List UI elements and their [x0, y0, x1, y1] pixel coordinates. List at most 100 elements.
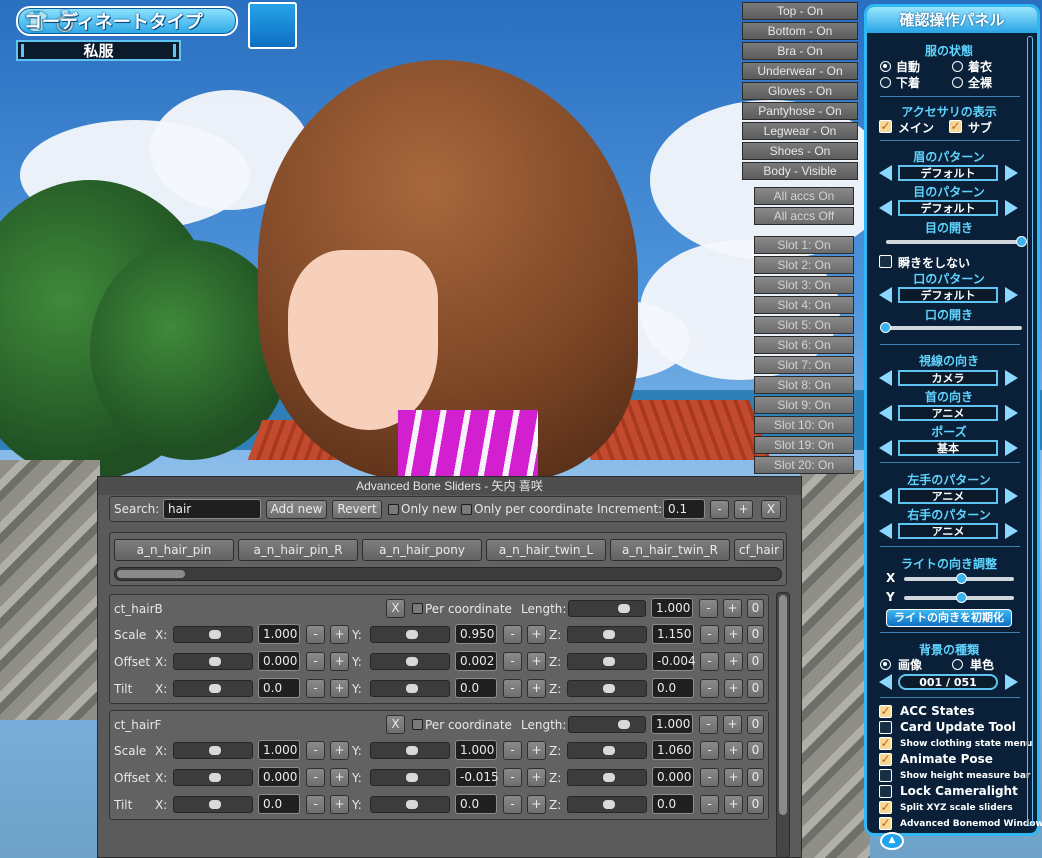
value-zero-button[interactable]: 0 [747, 679, 764, 698]
slider-thumb[interactable] [209, 773, 221, 782]
all-accs-on-button[interactable]: All accs On [754, 187, 854, 205]
length-plus-button[interactable]: + [723, 715, 742, 734]
value-input-y[interactable]: 0.0 [455, 678, 497, 698]
search-input[interactable]: hair [163, 499, 261, 519]
slider-thumb[interactable] [209, 630, 221, 639]
accessory-slot-button[interactable]: Slot 5: On [754, 316, 854, 334]
accessory-slot-button[interactable]: Slot 19: On [754, 436, 854, 454]
value-minus-button[interactable]: - [306, 741, 325, 760]
right-hand-next-arrow[interactable] [1005, 523, 1018, 539]
value-input-z[interactable]: 1.150 [652, 624, 694, 644]
accessory-slot-button[interactable]: Slot 10: On [754, 416, 854, 434]
value-input-z[interactable]: 0.0 [652, 678, 694, 698]
value-minus-button[interactable]: - [306, 795, 325, 814]
radio-bg-image[interactable] [880, 659, 891, 670]
slider-thumb[interactable] [209, 657, 221, 666]
accessory-slot-button[interactable]: Slot 7: On [754, 356, 854, 374]
neck-prev-arrow[interactable] [879, 405, 892, 421]
slider-thumb[interactable] [603, 630, 615, 639]
value-minus-button[interactable]: - [700, 652, 719, 671]
gaze-select[interactable]: カメラ [898, 370, 998, 386]
value-slider-y[interactable] [370, 680, 450, 697]
radio-nude[interactable] [952, 77, 963, 88]
eye-select[interactable]: デフォルト [898, 200, 998, 216]
length-plus-button[interactable]: + [723, 599, 742, 618]
value-minus-button[interactable]: - [700, 768, 719, 787]
mouth-next-arrow[interactable] [1005, 287, 1018, 303]
accessory-slot-button[interactable]: Slot 8: On [754, 376, 854, 394]
value-slider-x[interactable] [173, 742, 253, 759]
neck-next-arrow[interactable] [1005, 405, 1018, 421]
value-minus-button[interactable]: - [700, 741, 719, 760]
value-slider-z[interactable] [567, 653, 647, 670]
left-hand-next-arrow[interactable] [1005, 488, 1018, 504]
right-hand-prev-arrow[interactable] [879, 523, 892, 539]
value-slider-y[interactable] [370, 796, 450, 813]
value-input-x[interactable]: 0.0 [258, 678, 300, 698]
bone-list-scrollbar-thumb[interactable] [779, 595, 787, 815]
value-minus-button[interactable]: - [503, 768, 522, 787]
value-minus-button[interactable]: - [503, 625, 522, 644]
slider-thumb[interactable] [603, 773, 615, 782]
slider-thumb[interactable] [618, 720, 630, 729]
clothing-toggle-button[interactable]: Bottom - On [742, 22, 858, 40]
mouth-open-slider-track[interactable] [886, 326, 1022, 330]
value-input-x[interactable]: 0.000 [258, 767, 300, 787]
option-checkbox[interactable]: ✓ [879, 753, 892, 766]
option-checkbox[interactable]: ✓ [879, 737, 892, 750]
length-input[interactable]: 1.000 [651, 714, 693, 734]
coordinate-type-value[interactable]: 私服 [16, 40, 181, 61]
pose-next-arrow[interactable] [1005, 440, 1018, 456]
value-minus-button[interactable]: - [503, 741, 522, 760]
value-input-x[interactable]: 0.000 [258, 651, 300, 671]
bone-tab-button[interactable]: a_n_hair_pin [114, 539, 234, 561]
length-minus-button[interactable]: - [699, 715, 718, 734]
eye-open-slider-knob[interactable] [1016, 236, 1027, 247]
value-input-y[interactable]: -0.015 [455, 767, 499, 787]
pose-prev-arrow[interactable] [879, 440, 892, 456]
value-plus-button[interactable]: + [330, 652, 349, 671]
value-minus-button[interactable]: - [306, 679, 325, 698]
value-minus-button[interactable]: - [700, 679, 719, 698]
value-zero-button[interactable]: 0 [747, 625, 764, 644]
value-input-z[interactable]: 1.060 [652, 740, 694, 760]
value-minus-button[interactable]: - [700, 625, 719, 644]
close-window-button[interactable]: X [761, 500, 781, 519]
value-input-x[interactable]: 0.0 [258, 794, 300, 814]
value-minus-button[interactable]: - [503, 652, 522, 671]
value-input-z[interactable]: 0.0 [652, 794, 694, 814]
value-plus-button[interactable]: + [527, 652, 546, 671]
accessory-slot-button[interactable]: Slot 1: On [754, 236, 854, 254]
eye-next-arrow[interactable] [1005, 200, 1018, 216]
mouth-open-slider-knob[interactable] [880, 322, 891, 333]
length-zero-button[interactable]: 0 [747, 715, 764, 734]
value-input-y[interactable]: 0.950 [455, 624, 497, 644]
bone-window-title[interactable]: Advanced Bone Sliders - 矢内 喜咲 [98, 477, 801, 495]
pose-select[interactable]: 基本 [898, 440, 998, 456]
value-input-z[interactable]: -0.004 [652, 651, 696, 671]
revert-button[interactable]: Revert [332, 500, 382, 519]
bone-tab-button[interactable]: cf_hair [734, 539, 784, 561]
menu-toggle-button[interactable] [248, 2, 297, 49]
light-x-slider-knob[interactable] [955, 573, 967, 584]
accessory-slot-button[interactable]: Slot 3: On [754, 276, 854, 294]
slider-thumb[interactable] [618, 604, 630, 613]
value-plus-button[interactable]: + [527, 625, 546, 644]
value-minus-button[interactable]: - [306, 652, 325, 671]
accessory-slot-button[interactable]: Slot 2: On [754, 256, 854, 274]
bone-tab-scrollbar-thumb[interactable] [117, 570, 185, 578]
value-input-x[interactable]: 1.000 [258, 624, 300, 644]
radio-underwear[interactable] [880, 77, 891, 88]
slider-thumb[interactable] [406, 800, 418, 809]
value-slider-x[interactable] [173, 626, 253, 643]
checkbox-acc-sub[interactable]: ✓ [949, 120, 962, 133]
eye-open-slider-track[interactable] [886, 240, 1022, 244]
clothing-toggle-button[interactable]: Underwear - On [742, 62, 858, 80]
value-plus-button[interactable]: + [724, 795, 743, 814]
bg-next-arrow[interactable] [1005, 674, 1018, 690]
value-input-y[interactable]: 0.0 [455, 794, 497, 814]
value-plus-button[interactable]: + [330, 625, 349, 644]
value-zero-button[interactable]: 0 [747, 795, 764, 814]
value-slider-y[interactable] [370, 626, 450, 643]
bone-reset-button[interactable]: X [386, 715, 405, 734]
